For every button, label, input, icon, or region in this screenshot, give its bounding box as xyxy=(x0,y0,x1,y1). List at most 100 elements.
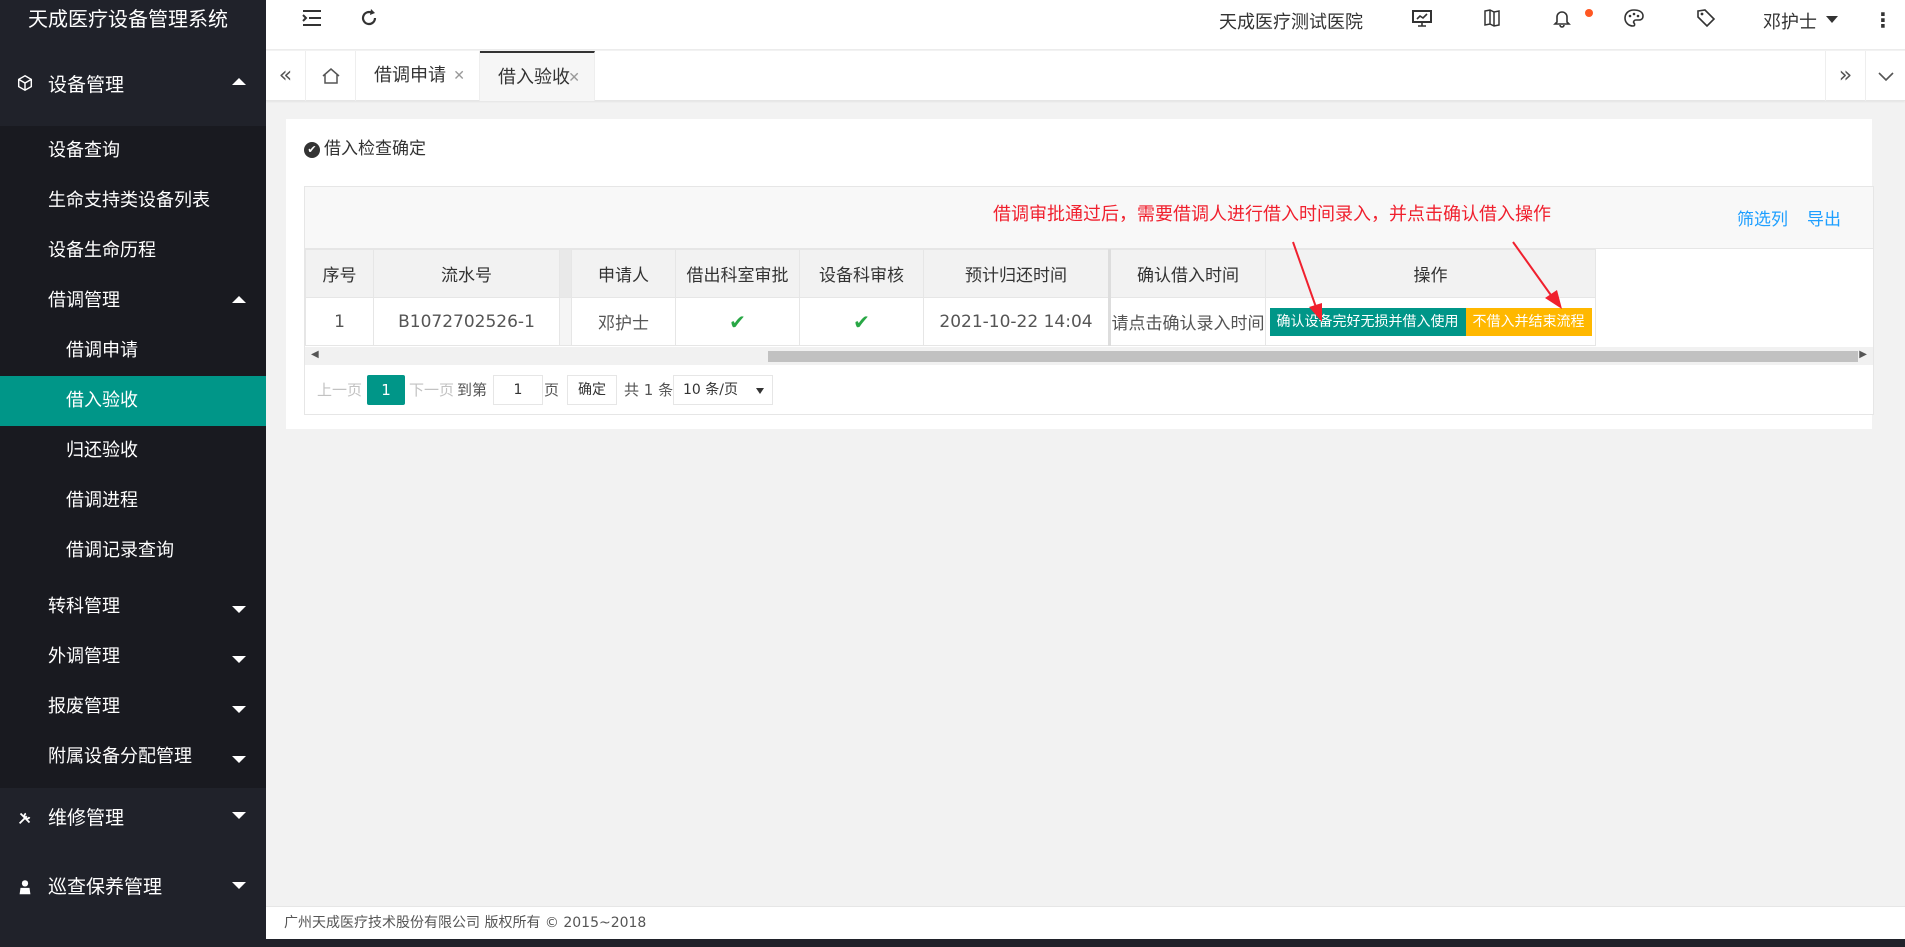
col-equip-review: 设备科审核 xyxy=(799,249,924,298)
pagination: 上一页 1 下一页 到第 页 确定 共 1 条 10 条/页 xyxy=(305,365,1873,415)
col-applicant: 申请人 xyxy=(571,249,676,298)
cell-confirm-time[interactable]: 请点击确认录入时间 xyxy=(1108,297,1266,346)
notification-dot xyxy=(1585,9,1593,17)
scroll-left-arrow-icon[interactable]: ◀ xyxy=(311,349,319,360)
device-submenu: 设备查询 生命支持类设备列表 设备生命历程 借调管理 借调申请 借入验收 归还验… xyxy=(0,126,266,788)
top-header: 天成医疗测试医院 邓护士 ⋮ xyxy=(266,0,1905,50)
tab-loan-apply[interactable]: 借调申请 ✕ xyxy=(356,51,480,101)
sidebar-item-lifecycle[interactable]: 设备生命历程 xyxy=(0,226,266,276)
page-unit-label: 页 xyxy=(544,381,560,399)
goto-confirm-button[interactable]: 确定 xyxy=(567,375,617,405)
check-icon: ✔ xyxy=(729,309,746,334)
tab-bar: « 借调申请 ✕ 借入验收 ✕ » xyxy=(266,51,1905,101)
bell-icon[interactable] xyxy=(1549,8,1575,34)
cell-seq: 1 xyxy=(305,297,374,346)
sidebar-item-loan-progress[interactable]: 借调进程 xyxy=(0,476,266,526)
sidebar-group-label: 设备管理 xyxy=(48,74,125,96)
horizontal-scrollbar[interactable]: ◀ ▶ xyxy=(305,347,1873,365)
person-icon xyxy=(19,880,31,895)
total-count: 共 1 条 xyxy=(624,381,674,399)
sidebar-item-label: 报废管理 xyxy=(48,696,120,717)
tab-options-chevron-icon[interactable] xyxy=(1865,51,1905,101)
scroll-right-arrow-icon[interactable]: ▶ xyxy=(1859,349,1867,360)
refresh-icon[interactable] xyxy=(356,8,382,34)
col-return-time: 预计归还时间 xyxy=(923,249,1110,298)
col-serial: 流水号 xyxy=(373,249,560,298)
sidebar-group-label: 维修管理 xyxy=(48,807,125,829)
chevron-down-icon xyxy=(232,882,246,889)
sidebar-group-repair-mgmt[interactable]: 维修管理 xyxy=(0,788,266,848)
scrollbar-thumb[interactable] xyxy=(768,351,1858,362)
close-icon[interactable]: ✕ xyxy=(453,51,465,101)
filter-columns-link[interactable]: 筛选列 xyxy=(1737,205,1788,230)
chevron-down-icon xyxy=(232,606,246,613)
hospital-name: 天成医疗测试医院 xyxy=(1219,12,1363,33)
confirm-loan-button[interactable]: 确认设备完好无损并借入使用 xyxy=(1269,307,1466,336)
tools-icon xyxy=(18,812,31,825)
table-toolbar: 借调审批通过后，需要借调人进行借入时间录入，并点击确认借入操作 筛选列 导出 xyxy=(305,187,1873,249)
scroll-tabs-right-icon[interactable]: » xyxy=(1825,51,1865,101)
table-header-row: 序号 流水号 申请人 借出科室审批 设备科审核 预计归还时间 确认借入时间 操作 xyxy=(305,249,1596,298)
col-action: 操作 xyxy=(1265,249,1596,298)
chevron-down-icon[interactable] xyxy=(1826,16,1838,23)
prev-page-button[interactable]: 上一页 xyxy=(317,375,362,405)
sidebar-item-scrap-mgmt[interactable]: 报废管理 xyxy=(0,682,266,732)
sidebar-item-label: 转科管理 xyxy=(48,596,120,617)
next-page-button[interactable]: 下一页 xyxy=(409,375,454,405)
table-row: 1 B1072702526-1 邓护士 ✔ ✔ 2021-10-22 14:04… xyxy=(305,297,1596,346)
annotation-text: 借调审批通过后，需要借调人进行借入时间录入，并点击确认借入操作 xyxy=(993,204,1551,225)
sidebar-item-transfer-mgmt[interactable]: 转科管理 xyxy=(0,582,266,632)
panel-title: ✔ 借入检查确定 xyxy=(304,134,426,159)
map-icon[interactable] xyxy=(1479,8,1505,34)
chevron-down-icon xyxy=(232,706,246,713)
export-link[interactable]: 导出 xyxy=(1807,205,1841,230)
sidebar-item-label: 外调管理 xyxy=(48,646,120,667)
presentation-icon[interactable] xyxy=(1409,8,1435,34)
sidebar-item-device-query[interactable]: 设备查询 xyxy=(0,126,266,176)
more-icon[interactable]: ⋮ xyxy=(1873,8,1893,32)
cell-applicant: 邓护士 xyxy=(571,297,676,346)
cell-serial: B1072702526-1 xyxy=(373,297,560,346)
close-icon[interactable]: ✕ xyxy=(568,53,580,103)
sidebar-item-loan-records[interactable]: 借调记录查询 xyxy=(0,526,266,576)
current-page[interactable]: 1 xyxy=(367,375,405,405)
check-circle-icon: ✔ xyxy=(304,142,320,158)
sidebar-item-life-support[interactable]: 生命支持类设备列表 xyxy=(0,176,266,226)
sidebar-item-loan-mgmt[interactable]: 借调管理 xyxy=(0,276,266,326)
check-icon: ✔ xyxy=(853,309,870,334)
cell-return-time: 2021-10-22 14:04 xyxy=(923,297,1110,346)
reject-loan-button[interactable]: 不借入并结束流程 xyxy=(1465,307,1592,336)
data-table: 序号 流水号 申请人 借出科室审批 设备科审核 预计归还时间 确认借入时间 操作… xyxy=(305,249,1596,346)
footer: 广州天成医疗技术股份有限公司 版权所有 © 2015~2018 xyxy=(266,906,1905,939)
goto-label: 到第 xyxy=(457,381,488,399)
scroll-tabs-left-icon[interactable]: « xyxy=(266,51,306,101)
home-icon[interactable] xyxy=(306,51,356,101)
sidebar-item-label: 附属设备分配管理 xyxy=(48,746,192,767)
tag-icon[interactable] xyxy=(1693,8,1719,34)
bottom-bar xyxy=(0,939,1905,947)
sidebar-group-device-mgmt[interactable]: 设备管理 xyxy=(0,42,266,120)
chevron-down-icon xyxy=(756,388,764,394)
column-divider xyxy=(559,297,572,346)
chevron-down-icon xyxy=(232,756,246,763)
sidebar-item-accessory-mgmt[interactable]: 附属设备分配管理 xyxy=(0,732,266,788)
panel-title-text: 借入检查确定 xyxy=(324,139,426,159)
palette-icon[interactable] xyxy=(1621,8,1647,34)
user-menu[interactable]: 邓护士 xyxy=(1763,8,1817,34)
sidebar-item-return-accept[interactable]: 归还验收 xyxy=(0,426,266,476)
page-size-select[interactable]: 10 条/页 xyxy=(673,375,773,405)
tab-loan-accept[interactable]: 借入验收 ✕ xyxy=(480,51,595,101)
sidebar-item-loan-apply[interactable]: 借调申请 xyxy=(0,326,266,376)
tab-label: 借入验收 xyxy=(498,67,570,88)
sidebar: 天成医疗设备管理系统 设备管理 设备查询 生命支持类设备列表 设备生命历程 借调… xyxy=(0,0,266,947)
sidebar-item-label: 借调管理 xyxy=(48,290,120,311)
sidebar-item-loan-accept[interactable]: 借入验收 xyxy=(0,376,266,426)
chevron-down-icon xyxy=(232,812,246,819)
menu-collapse-icon[interactable] xyxy=(299,8,325,34)
sidebar-item-external-mgmt[interactable]: 外调管理 xyxy=(0,632,266,682)
col-dept-approve: 借出科室审批 xyxy=(675,249,800,298)
cell-action: 确认设备完好无损并借入使用 不借入并结束流程 xyxy=(1265,297,1596,346)
goto-page-input[interactable] xyxy=(493,375,543,405)
tab-label: 借调申请 xyxy=(374,65,446,86)
sidebar-group-inspection-mgmt[interactable]: 巡查保养管理 xyxy=(0,848,266,926)
